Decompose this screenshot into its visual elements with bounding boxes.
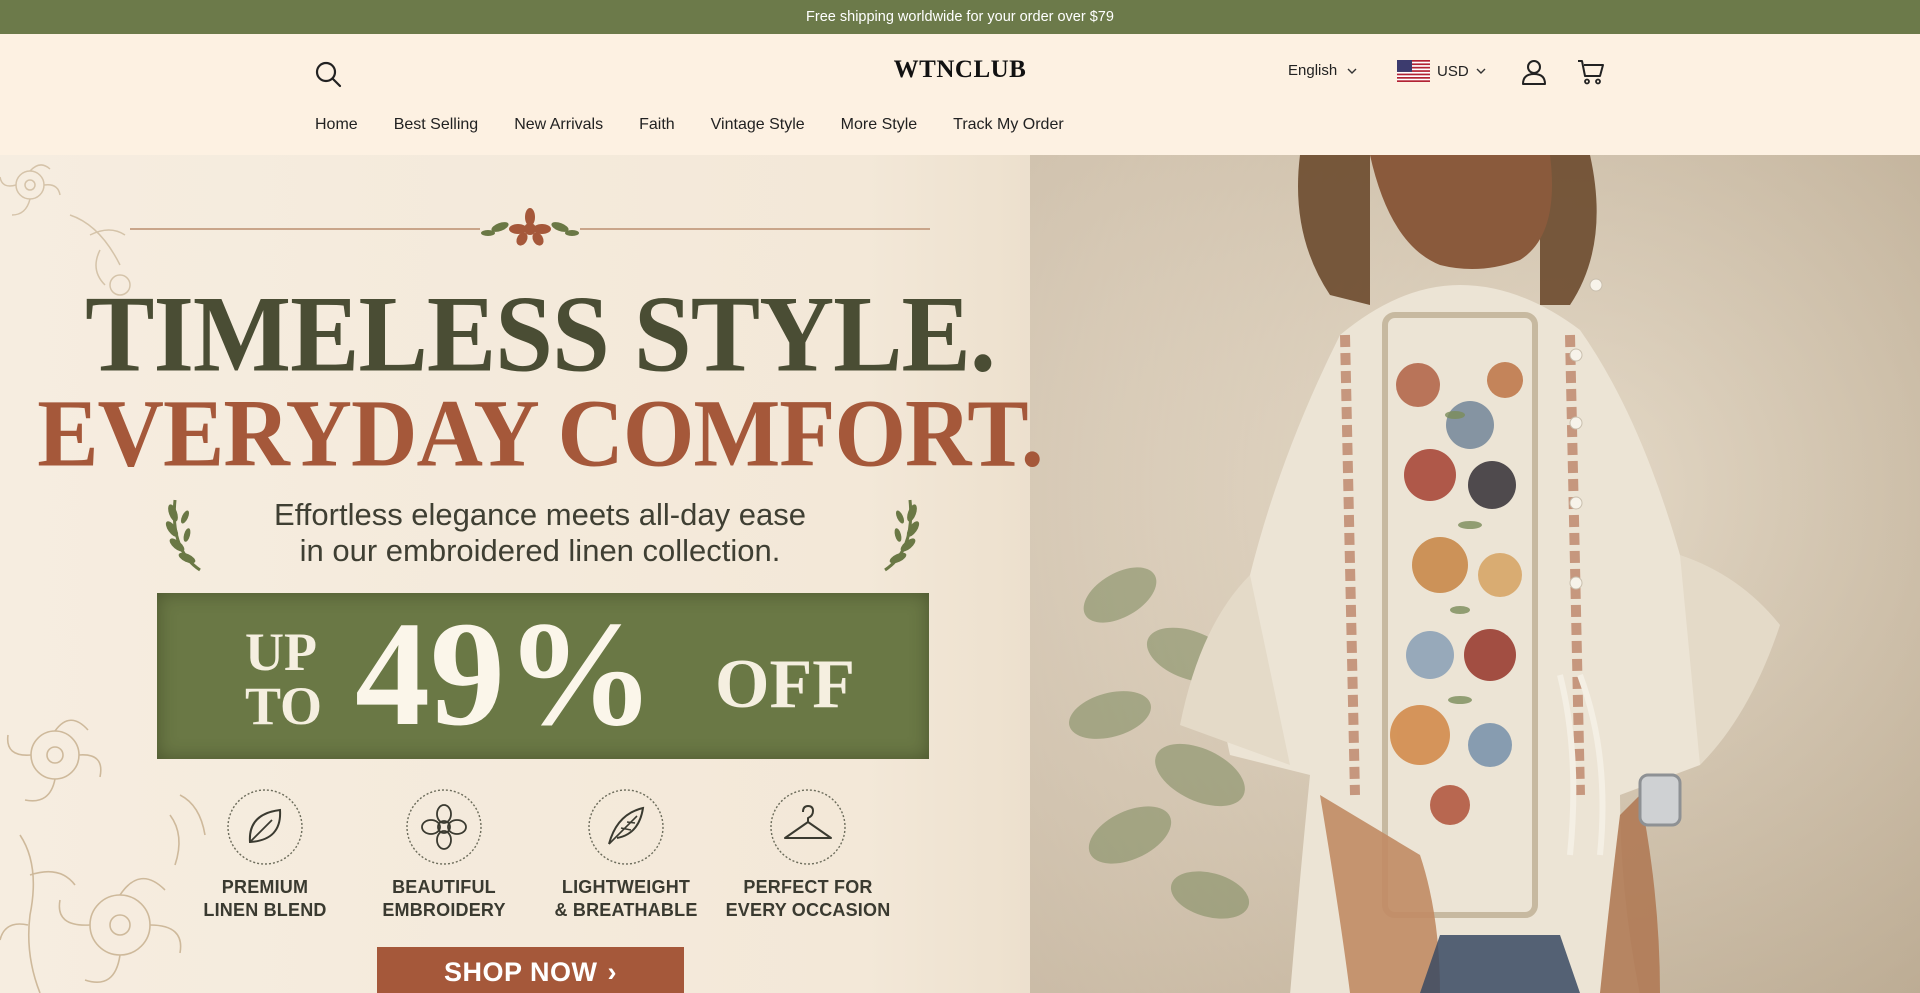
search-button[interactable] xyxy=(313,59,343,89)
feature-every-occasion: PERFECT FOR EVERY OCCASION xyxy=(708,788,908,922)
nav-item-vintage-style[interactable]: Vintage Style xyxy=(711,116,805,134)
language-label: English xyxy=(1288,62,1338,79)
nav-item-more-style[interactable]: More Style xyxy=(841,116,917,134)
feature-embroidery: BEAUTIFUL EMBROIDERY xyxy=(344,788,544,922)
nav-item-best-selling[interactable]: Best Selling xyxy=(394,116,479,134)
site-logo: WTNCLUB xyxy=(0,56,1920,84)
announcement-bar: Free shipping worldwide for your order o… xyxy=(0,0,1920,34)
discount-up-label: UP xyxy=(245,622,317,682)
discount-off-label: OFF xyxy=(715,646,855,723)
chevron-right-icon: › xyxy=(607,957,617,987)
language-selector[interactable]: English xyxy=(1288,62,1357,79)
model-photo xyxy=(1180,155,1780,993)
nav-item-faith[interactable]: Faith xyxy=(639,116,675,134)
cart-button[interactable] xyxy=(1577,58,1605,86)
feature-label-line2: EVERY OCCASION xyxy=(725,900,891,920)
currency-selector[interactable]: USD xyxy=(1397,60,1486,82)
feature-linen-blend: PREMIUM LINEN BLEND xyxy=(165,788,365,922)
discount-up-to: UP TO xyxy=(245,625,322,733)
logo-link[interactable]: WTNCLUB xyxy=(894,56,1027,83)
search-icon xyxy=(315,61,342,88)
main-nav: Home Best Selling New Arrivals Faith Vin… xyxy=(315,116,1064,134)
us-flag-icon xyxy=(1397,60,1430,82)
chevron-down-icon xyxy=(1347,68,1357,74)
feature-breathable: LIGHTWEIGHT & BREATHABLE xyxy=(526,788,726,922)
leaf-icon xyxy=(227,789,303,865)
feature-label-line2: EMBROIDERY xyxy=(382,900,506,920)
feature-label-line2: & BREATHABLE xyxy=(554,900,698,920)
account-icon xyxy=(1522,60,1546,85)
cart-icon xyxy=(1578,60,1604,85)
announcement-text: Free shipping worldwide for your order o… xyxy=(806,9,1114,25)
feature-label-line2: LINEN BLEND xyxy=(203,900,327,920)
discount-to-label: TO xyxy=(245,676,323,736)
feature-label-line1: BEAUTIFUL xyxy=(392,877,496,897)
nav-item-home[interactable]: Home xyxy=(315,116,358,134)
shop-now-button[interactable]: SHOP NOW › xyxy=(377,947,684,993)
hero-headline-accent: EVERYDAY COMFORT. xyxy=(37,379,1044,487)
account-button[interactable] xyxy=(1520,58,1548,86)
laurel-icon xyxy=(884,499,920,572)
hanger-icon xyxy=(770,789,846,865)
feather-icon xyxy=(588,789,664,865)
feature-label-line1: LIGHTWEIGHT xyxy=(561,877,691,897)
nav-item-new-arrivals[interactable]: New Arrivals xyxy=(514,116,603,134)
site-header: WTNCLUB English USD Home Best Selling Ne… xyxy=(0,34,1920,155)
shop-now-label: SHOP NOW xyxy=(443,957,598,987)
feature-label-line1: PERFECT FOR xyxy=(743,877,873,897)
currency-label: USD xyxy=(1437,62,1469,80)
floral-ornament xyxy=(130,208,930,246)
flower-icon xyxy=(406,789,482,865)
nav-item-track-my-order[interactable]: Track My Order xyxy=(953,116,1064,134)
feature-label-line1: PREMIUM xyxy=(221,877,309,897)
chevron-down-icon xyxy=(1476,68,1486,74)
hero-banner[interactable]: TIMELESS STYLE. EVERYDAY COMFORT. Effort… xyxy=(0,155,1920,993)
discount-percent: 49% xyxy=(355,591,655,757)
